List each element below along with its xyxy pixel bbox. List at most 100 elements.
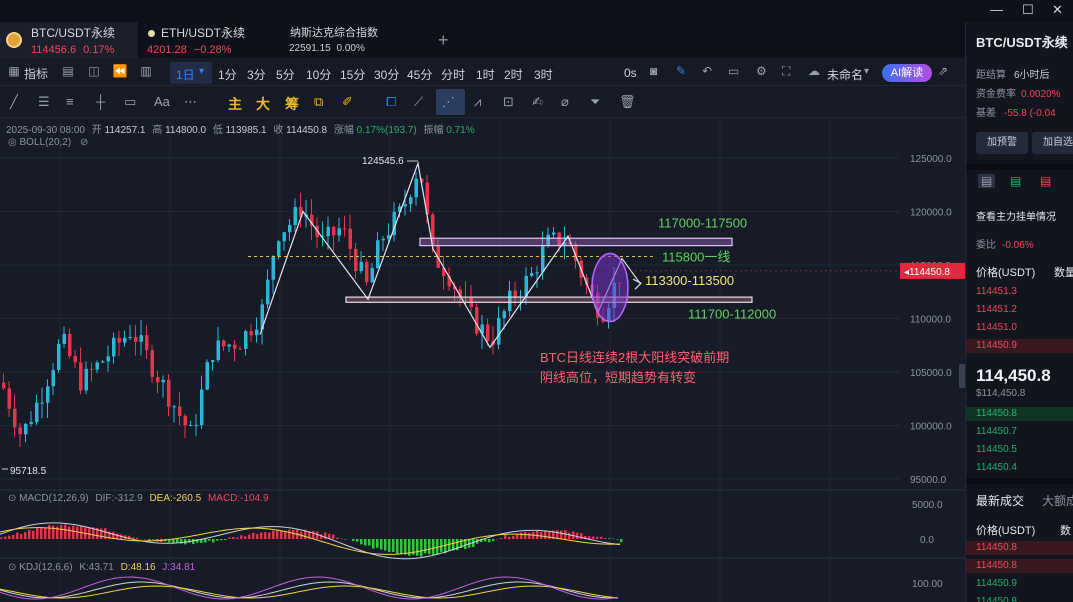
rewind-icon[interactable]: ⏪ xyxy=(112,64,128,78)
candle-body xyxy=(178,406,182,416)
trash-icon[interactable]: 🗑 xyxy=(619,94,636,110)
trendline-icon[interactable]: ╱ xyxy=(10,94,18,110)
ask-price[interactable]: 114450.9 xyxy=(976,340,1017,351)
candle-body xyxy=(359,261,363,272)
pattern-icon[interactable]: ⩘ xyxy=(474,94,481,110)
chart-area[interactable]: 125000.0120000.0115000.0110000.0105000.0… xyxy=(0,118,965,602)
bid-price[interactable]: 114450.8 xyxy=(976,408,1017,419)
macd-label[interactable]: ⊙ MACD(12,26,9) DIF:-312.9 DEA:-260.5 MA… xyxy=(8,493,269,504)
timeframe-option[interactable]: 5分 xyxy=(276,66,295,83)
pen-icon[interactable]: ✎ xyxy=(676,64,686,78)
settings-icon[interactable]: ⚙ xyxy=(756,64,767,78)
open-label: 开 xyxy=(91,125,102,136)
timeframe-option[interactable]: 15分 xyxy=(340,66,365,83)
close-button[interactable]: ✕ xyxy=(1052,2,1063,18)
maximize-button[interactable]: ☐ xyxy=(1022,2,1034,18)
zigzag-line[interactable] xyxy=(259,161,641,349)
timeframe-option[interactable]: 45分 xyxy=(407,66,432,83)
timeframe-option[interactable]: 1分 xyxy=(218,66,237,83)
copy-icon[interactable]: ⧉ xyxy=(314,94,323,110)
trades-title[interactable]: 最新成交 xyxy=(976,492,1024,509)
candle-body xyxy=(244,331,248,349)
note-icon[interactable]: ✍ xyxy=(532,94,543,110)
eraser-icon[interactable]: ⌀ xyxy=(561,94,569,110)
macd-bar xyxy=(520,532,523,539)
timeframe-option[interactable]: 10分 xyxy=(306,66,331,83)
boll-indicator-label[interactable]: ◎ BOLL(20,2) ⊘ xyxy=(8,137,88,148)
timeframe-option[interactable]: 1时 xyxy=(476,66,495,83)
ask-price[interactable]: 114451.3 xyxy=(976,286,1017,297)
filter-icon[interactable]: ⏷ xyxy=(590,94,600,110)
doc-icon[interactable]: ▭ xyxy=(728,64,739,78)
brush-icon[interactable]: ✐ xyxy=(342,94,353,110)
timeframe-option[interactable]: 3分 xyxy=(247,66,266,83)
more-tools-icon[interactable]: ⋯ xyxy=(184,94,197,110)
undo-icon[interactable]: ↶ xyxy=(702,64,712,78)
big-order-toggle[interactable]: 大 xyxy=(256,94,270,114)
tab-nasdaq[interactable]: 纳斯达克综合指数 22591.15 0.00% xyxy=(284,22,424,58)
chart-canvas[interactable]: 125000.0120000.0115000.0110000.0105000.0… xyxy=(0,118,965,602)
support-zone-box[interactable] xyxy=(345,296,753,303)
lock-icon[interactable]: ⊡ xyxy=(503,94,514,110)
timeframe-option[interactable]: 3时 xyxy=(534,66,553,83)
layout-name-dropdown[interactable]: 未命名 xyxy=(827,66,863,83)
hline-icon[interactable]: ┼ xyxy=(96,94,105,109)
main-chart-toggle[interactable]: 主 xyxy=(228,94,242,114)
candle-body xyxy=(502,311,506,319)
calendar-icon[interactable]: ▤ xyxy=(60,64,76,78)
text-tool[interactable]: Aa xyxy=(154,94,170,109)
add-watchlist-button[interactable]: 加自选 xyxy=(1032,132,1073,154)
eye-icon[interactable]: ◎ xyxy=(8,137,17,148)
ai-interpret-button[interactable]: AI解读 xyxy=(882,64,932,82)
orderbook-both-icon[interactable]: ▤ xyxy=(978,174,996,188)
ruler-icon[interactable]: ⟋ xyxy=(414,94,423,110)
bid-price[interactable]: 114450.7 xyxy=(976,426,1017,437)
macd-bar xyxy=(260,532,263,539)
sidebar-resize-handle[interactable] xyxy=(959,364,965,388)
cloud-icon[interactable]: ☁ xyxy=(808,64,820,78)
orderbook-bid-icon[interactable]: ▤ xyxy=(1010,174,1021,188)
rectangle-icon[interactable]: ▭ xyxy=(124,94,136,110)
ask-price[interactable]: 114451.2 xyxy=(976,304,1017,315)
ask-price[interactable]: 114451.0 xyxy=(976,322,1017,333)
depth-link[interactable]: 查看主力挂单情况 xyxy=(976,208,1056,223)
highlight-ellipse[interactable] xyxy=(591,252,629,323)
zigzag-icon[interactable]: ⋰ xyxy=(442,94,455,110)
panel-layout-icon[interactable]: ◫ xyxy=(86,64,102,78)
timeframe-option[interactable]: 30分 xyxy=(374,66,399,83)
timeframe-dropdown[interactable]: 1日 xyxy=(176,66,195,83)
kdj-label[interactable]: ⊙ KDJ(12,6,6) K:43.71 D:48.16 J:34.81 xyxy=(8,562,195,573)
add-tab-button[interactable]: + xyxy=(438,30,449,51)
chips-toggle[interactable]: 筹 xyxy=(285,94,299,114)
tab-eth[interactable]: ETH/USDT永续 4201.28 −0.28% xyxy=(140,22,280,58)
candle-body xyxy=(475,307,479,334)
magnet-icon[interactable]: ⧠ xyxy=(386,94,396,110)
candle-body xyxy=(249,331,253,336)
bid-price[interactable]: 114450.4 xyxy=(976,462,1017,473)
macd-collapse-icon[interactable]: ⊙ xyxy=(8,493,16,504)
fib-icon[interactable]: ≡ xyxy=(66,94,74,109)
tab-btc[interactable]: BTC/USDT永续 114456.6 0.17% xyxy=(0,22,138,58)
candle-type-icon[interactable]: ▥ xyxy=(138,64,154,78)
candle-body xyxy=(403,204,407,207)
add-alert-button[interactable]: 加预警 xyxy=(976,132,1028,154)
parallel-lines-icon[interactable]: ☰ xyxy=(38,94,50,110)
replay-button[interactable]: 0s xyxy=(624,66,637,80)
orderbook-ask-icon[interactable]: ▤ xyxy=(1040,174,1051,188)
boll-hide-icon[interactable]: ⊘ xyxy=(80,137,88,148)
trades-tab-large[interactable]: 大额成 xyxy=(1042,492,1073,509)
minimize-button[interactable]: — xyxy=(990,2,1003,17)
right-sidebar: BTC/USDT永续 距结算 6小时后 资金费率 0.0020% 基差 -55.8 (… xyxy=(965,22,1073,602)
indicators-button[interactable]: 指标 xyxy=(24,65,48,82)
camera-icon[interactable]: ◙ xyxy=(650,64,657,78)
kdj-collapse-icon[interactable]: ⊙ xyxy=(8,562,16,573)
macd-bar xyxy=(272,530,275,539)
fullscreen-icon[interactable]: ⛶ xyxy=(782,64,790,79)
kdj-j-line xyxy=(0,576,619,600)
timeframe-option[interactable]: 2时 xyxy=(504,66,523,83)
candle-body xyxy=(167,379,171,407)
tab-eth-price: 4201.28 xyxy=(147,44,187,56)
timeframe-option[interactable]: 分时 xyxy=(441,66,465,83)
share-icon[interactable]: ⇗ xyxy=(938,64,948,78)
bid-price[interactable]: 114450.5 xyxy=(976,444,1017,455)
